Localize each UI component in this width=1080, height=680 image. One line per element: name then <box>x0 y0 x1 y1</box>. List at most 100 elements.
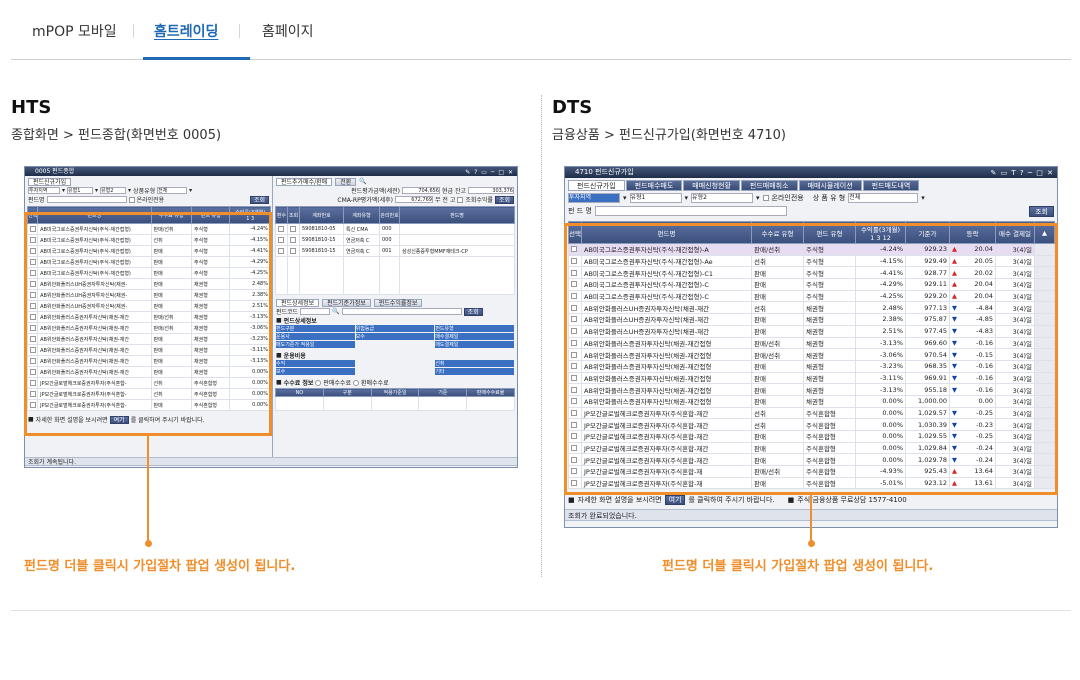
period-1-button[interactable]: 1 <box>246 216 249 222</box>
table-row[interactable]: AB위안화플러스UH증권자투자신탁(채권- 판매 채권형 2.51% <box>26 300 271 312</box>
row-checkbox[interactable] <box>571 386 577 393</box>
row-checkbox[interactable] <box>278 247 284 254</box>
row-checkbox[interactable] <box>571 328 577 335</box>
tab-mpop-mobile[interactable]: mPOP 모바일 <box>32 21 117 41</box>
fund-name-cell[interactable]: AB위안화플러스UH증권자투자신탁(채권- <box>37 289 152 301</box>
hts-product-type-select[interactable]: 전체 <box>157 187 188 194</box>
fee-radio-sales[interactable] <box>315 379 322 386</box>
scrollbar-track[interactable] <box>1034 243 1055 256</box>
table-row[interactable]: AB위안화플러스증권자투자신탁(채권-재간접형 판매/선취 채권형 -3.13% 969… <box>568 336 1055 350</box>
fund-name-cell[interactable]: JP모간글로벌헤크로증권자투자(주식혼합-재간 <box>581 430 752 443</box>
row-checkbox-cell[interactable] <box>568 313 582 326</box>
scrollbar-track[interactable] <box>1034 430 1055 443</box>
table-row[interactable]: AB미국그로스증권투자신탁(주식-재간접형)-C 판매 주식형 -4.25% 929.2… <box>568 289 1055 303</box>
table-row[interactable]: JP모간글로벌헤크로증권자투자(주식혼합-재 판매/선취 주식혼합형 -4.93% 92… <box>568 465 1055 478</box>
dts-online-checkbox[interactable] <box>762 194 769 201</box>
fund-name-cell[interactable]: AB미국그로스증권투자신탁(주식-재간접형) <box>37 256 152 268</box>
fund-name-cell[interactable]: AB미국그로스증권투자신탁(주식-재간접형)-A <box>581 243 752 256</box>
dts-filter-type2[interactable]: 유형2 <box>691 192 754 203</box>
fund-name-cell[interactable]: AB위안화플러스증권자투자신탁(채권-재간접형 <box>581 394 752 408</box>
row-checkbox[interactable] <box>571 293 577 300</box>
table-row[interactable]: AB위안화플러스증권자투자신탁(채권-재간 판매/선취 채권형 -3.06% <box>26 322 271 334</box>
row-checkbox-cell[interactable] <box>568 266 582 280</box>
scrollbar-track[interactable] <box>1034 441 1055 455</box>
row-checkbox[interactable] <box>30 291 36 298</box>
row-checkbox-cell[interactable] <box>568 476 582 490</box>
fund-name-cell[interactable]: AB위안화플러스증권자투자신탁(채권-재간 <box>37 311 152 323</box>
row-checkbox[interactable] <box>571 374 577 381</box>
table-row[interactable]: JP모간글로벌헤크로증권자투자(주식혼합-재간 판매 주식혼합형 0.00% 1,029… <box>568 441 1055 455</box>
table-row[interactable]: JP모간글로벌헤크로증권자투자(주식혼합-재 판매 주식혼합형 -5.01% 923.1… <box>568 476 1055 490</box>
row-checkbox[interactable] <box>30 247 36 254</box>
row-checkbox-cell[interactable] <box>568 278 582 291</box>
row-checkbox[interactable] <box>30 335 36 342</box>
dts-tab-cancel[interactable]: 펀드매매취소 <box>740 180 798 191</box>
scrollbar-track[interactable] <box>1034 278 1055 291</box>
hts-filter-type2[interactable]: 유형2 <box>100 187 127 194</box>
row-checkbox-cell[interactable] <box>26 333 39 345</box>
row-checkbox-cell[interactable] <box>26 355 39 367</box>
fund-name-cell[interactable]: AB위안화플러스증권자투자신탁(채권-재간 <box>37 355 152 367</box>
period-3-button[interactable]: 3 <box>251 216 254 222</box>
scrollbar-track[interactable] <box>1034 254 1055 268</box>
period-3-button[interactable]: 3 <box>876 234 880 242</box>
row-checkbox-cell[interactable] <box>275 245 288 257</box>
row-checkbox[interactable] <box>571 304 577 311</box>
scrollbar-track[interactable] <box>1034 394 1055 408</box>
fund-name-cell[interactable]: AB미국그로스증권투자신탁(주식-재간접형)-Ae <box>581 254 752 268</box>
dts-product-type-select[interactable]: 전체 <box>848 192 919 203</box>
fund-name-cell[interactable]: JP모간글로벌헤크로증권자투자(주식혼합- <box>37 399 152 411</box>
chevron-down-icon[interactable]: ▾ <box>756 194 760 202</box>
table-row[interactable]: 59081810-05 특신 CMA 000 <box>275 223 515 235</box>
fund-name-cell[interactable]: JP모간글로벌헤크로증권자투자(주식혼합- <box>37 377 152 389</box>
table-row[interactable]: AB위안화플러스UH증권자투자신탁(채권-재간 판매 채권형 2.38% 975.87 ▼… <box>568 313 1055 326</box>
window-controls[interactable]: ✎ ▭ T ? ─ □ ✕ <box>990 168 1054 179</box>
scrollbar-track[interactable] <box>1034 301 1055 315</box>
row-checkbox[interactable] <box>30 302 36 309</box>
fund-name-cell[interactable]: AB위안화플러스증권자투자신탁(채권-재간접형 <box>581 336 752 350</box>
table-row[interactable]: AB미국그로스증권투자신탁(주식-재간접형) 선취 주식형 -4.15% <box>26 234 271 246</box>
row-checkbox-cell[interactable] <box>568 336 582 350</box>
hts-right-search-button[interactable]: 조회 <box>494 195 514 204</box>
row-checkbox-cell[interactable] <box>26 344 39 356</box>
fund-code-input[interactable] <box>300 308 331 315</box>
dts-filter-region[interactable]: 투자지역 <box>568 192 620 203</box>
fund-name-cell[interactable]: AB위안화플러스증권자투자신탁(채권-재간 <box>37 344 152 356</box>
scrollbar-track[interactable] <box>1034 289 1055 303</box>
row-checkbox-cell[interactable] <box>568 348 582 361</box>
hts-subtab-detail[interactable]: 펀드상세정보 <box>276 298 320 307</box>
row-checkbox-cell[interactable] <box>26 234 39 246</box>
row-checkbox-cell[interactable] <box>275 223 288 235</box>
fund-name-cell[interactable]: AB미국그로스증권투자신탁(주식-재간접형) <box>37 234 152 246</box>
dts-tab-simulation[interactable]: 매매시뮬레이션 <box>798 180 862 191</box>
hts-filter-region[interactable]: 투자지역 <box>28 187 60 194</box>
fund-name-cell[interactable]: AB미국그로스증권투자신탁(주식-재간접형)-C <box>581 278 752 291</box>
row-checkbox-cell[interactable] <box>26 322 39 334</box>
row-checkbox[interactable] <box>30 368 36 375</box>
row-checkbox[interactable] <box>571 246 577 253</box>
search-icon[interactable]: 🔍 <box>332 308 339 315</box>
fund-name-cell[interactable]: AB위안화플러스증권자투자신탁(채권-재간 <box>37 333 152 345</box>
row-checkbox[interactable] <box>30 401 36 408</box>
table-row[interactable]: JP모간글로벌헤크로증권자투자(주식혼합-재간 판매 주식혼합형 0.00% 1,029… <box>568 430 1055 443</box>
hts-search-button[interactable]: 조회 <box>249 195 269 204</box>
row-checkbox-cell[interactable] <box>568 453 582 467</box>
fund-name-cell[interactable]: JP모간글로벌헤크로증권자투자(주식혼합-재간 <box>581 406 752 420</box>
chevron-down-icon[interactable]: ▾ <box>623 194 627 202</box>
fund-name-cell[interactable]: AB위안화플러스UH증권자투자신탁(채권- <box>37 278 152 290</box>
scrollbar-track[interactable] <box>1034 348 1055 361</box>
radio-inquiry[interactable] <box>457 196 464 203</box>
row-checkbox[interactable] <box>571 339 577 346</box>
fund-name-cell[interactable]: JP모간글로벌헤크로증권자투자(주식혼합-재간 <box>581 453 752 467</box>
row-checkbox[interactable] <box>571 269 577 276</box>
period-12-button[interactable]: 12 <box>883 234 891 242</box>
scrollbar[interactable]: ▲ <box>1034 221 1055 244</box>
row-checkbox[interactable] <box>30 280 36 287</box>
chevron-down-icon[interactable]: ▾ <box>189 187 192 194</box>
fund-name-cell[interactable]: AB위안화플러스UH증권자투자신탁(채권- <box>37 300 152 312</box>
table-row[interactable]: AB위안화플러스증권자투자신탁(채권-재간 판매 채권형 0.00% <box>26 366 271 378</box>
row-checkbox[interactable] <box>571 351 577 358</box>
scrollbar-track[interactable] <box>1034 313 1055 326</box>
row-checkbox[interactable] <box>290 247 296 254</box>
row-checkbox-cell[interactable] <box>568 243 582 256</box>
